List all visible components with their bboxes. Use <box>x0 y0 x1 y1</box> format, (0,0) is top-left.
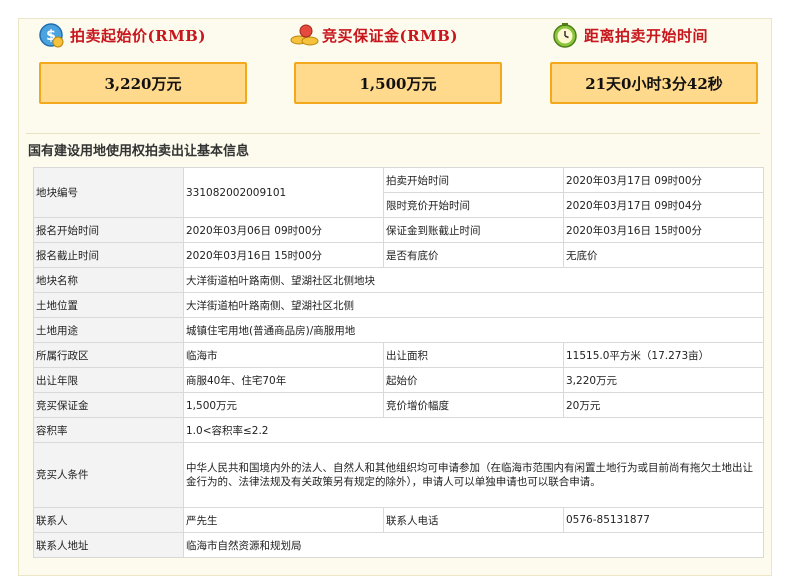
table-label: 地块编号 <box>33 167 184 218</box>
table-label: 竞价增价幅度 <box>383 392 564 418</box>
table-value: 中华人民共和国境内外的法人、自然人和其他组织均可申请参加（在临海市范围内有闲置土… <box>183 442 764 508</box>
table-label: 联系人电话 <box>383 507 564 533</box>
table-row: 土地用途 城镇住宅用地(普通商品房)/商服用地 <box>33 317 764 343</box>
start-price-header: $ 拍卖起始价(RMB) <box>38 20 206 50</box>
land-info-table: 地块编号 331082002009101 拍卖开始时间 2020年03月17日 … <box>33 167 764 558</box>
table-label: 报名开始时间 <box>33 217 184 243</box>
section-divider <box>26 133 760 134</box>
table-value: 临海市自然资源和规划局 <box>183 532 764 558</box>
start-price-title: 拍卖起始价(RMB) <box>70 26 206 45</box>
countdown-title: 距离拍卖开始时间 <box>584 26 709 45</box>
table-label: 拍卖开始时间 <box>383 167 564 193</box>
table-row: 竞买人条件 中华人民共和国境内外的法人、自然人和其他组织均可申请参加（在临海市范… <box>33 442 764 508</box>
table-label: 起始价 <box>383 367 564 393</box>
table-value: 2020年03月16日 15时00分 <box>563 217 764 243</box>
table-value: 大洋街道柏叶路南侧、望湖社区北侧 <box>183 292 764 318</box>
table-row: 地块名称 大洋街道柏叶路南侧、望湖社区北侧地块 <box>33 267 764 293</box>
countdown-header: 距离拍卖开始时间 <box>552 20 708 50</box>
table-label: 是否有底价 <box>383 242 564 268</box>
table-label: 出让年限 <box>33 367 184 393</box>
table-value: 严先生 <box>183 507 384 533</box>
table-label: 报名截止时间 <box>33 242 184 268</box>
table-value: 2020年03月16日 15时00分 <box>183 242 384 268</box>
coins-icon <box>290 22 319 48</box>
table-value: 11515.0平方米（17.273亩） <box>563 342 764 368</box>
table-value: 1.0<容积率≤2.2 <box>183 417 764 443</box>
table-label: 竞买保证金 <box>33 392 184 418</box>
table-row: 容积率 1.0<容积率≤2.2 <box>33 417 764 443</box>
deposit-title: 竞买保证金(RMB) <box>322 26 458 45</box>
table-value: 无底价 <box>563 242 764 268</box>
table-value: 2020年03月06日 09时00分 <box>183 217 384 243</box>
table-row: 报名开始时间 2020年03月06日 09时00分 保证金到账截止时间 2020… <box>33 217 764 243</box>
table-value: 大洋街道柏叶路南侧、望湖社区北侧地块 <box>183 267 764 293</box>
table-label: 竞买人条件 <box>33 442 184 508</box>
table-label: 容积率 <box>33 417 184 443</box>
table-value: 2020年03月17日 09时00分 <box>563 167 764 193</box>
table-value: 2020年03月17日 09时04分 <box>563 192 764 218</box>
table-row: 报名截止时间 2020年03月16日 15时00分 是否有底价 无底价 <box>33 242 764 268</box>
table-row: 联系人地址 临海市自然资源和规划局 <box>33 532 764 558</box>
table-value: 3,220万元 <box>563 367 764 393</box>
deposit-header: 竞买保证金(RMB) <box>290 20 458 50</box>
table-row: 竞买保证金 1,500万元 竞价增价幅度 20万元 <box>33 392 764 418</box>
section-title: 国有建设用地使用权拍卖出让基本信息 <box>28 144 250 159</box>
table-label: 联系人地址 <box>33 532 184 558</box>
table-value: 临海市 <box>183 342 384 368</box>
table-row: 所属行政区 临海市 出让面积 11515.0平方米（17.273亩） <box>33 342 764 368</box>
clock-icon <box>552 22 578 48</box>
table-label: 所属行政区 <box>33 342 184 368</box>
table-label: 土地用途 <box>33 317 184 343</box>
table-row: 联系人 严先生 联系人电话 0576-85131877 <box>33 507 764 533</box>
table-value: 20万元 <box>563 392 764 418</box>
table-label: 地块名称 <box>33 267 184 293</box>
table-label: 联系人 <box>33 507 184 533</box>
price-tag-icon: $ <box>38 22 64 48</box>
table-value: 331082002009101 <box>183 167 384 218</box>
countdown-value: 21天0小时3分42秒 <box>550 62 758 104</box>
table-label: 保证金到账截止时间 <box>383 217 564 243</box>
table-row: 地块编号 331082002009101 拍卖开始时间 2020年03月17日 … <box>33 167 764 218</box>
table-value: 商服40年、住宅70年 <box>183 367 384 393</box>
table-value: 0576-85131877 <box>563 507 764 533</box>
deposit-value: 1,500万元 <box>294 62 502 104</box>
table-value: 城镇住宅用地(普通商品房)/商服用地 <box>183 317 764 343</box>
table-label: 限时竞价开始时间 <box>383 192 564 218</box>
table-label: 土地位置 <box>33 292 184 318</box>
table-label: 出让面积 <box>383 342 564 368</box>
table-row: 土地位置 大洋街道柏叶路南侧、望湖社区北侧 <box>33 292 764 318</box>
start-price-value: 3,220万元 <box>39 62 247 104</box>
table-value: 1,500万元 <box>183 392 384 418</box>
table-row: 出让年限 商服40年、住宅70年 起始价 3,220万元 <box>33 367 764 393</box>
